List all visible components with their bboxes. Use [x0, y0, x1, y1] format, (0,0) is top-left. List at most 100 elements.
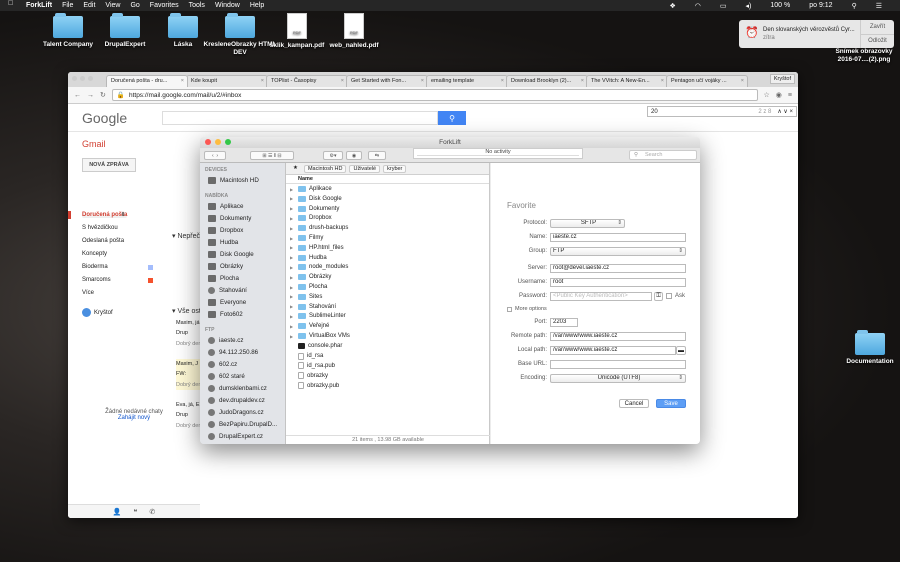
- close-tab-icon[interactable]: ×: [501, 78, 504, 84]
- reload-icon[interactable]: ↻: [100, 91, 106, 99]
- tab-kde-koupit[interactable]: Kde koupit ×: [186, 75, 268, 87]
- file-row[interactable]: ▶ drush-backups: [290, 225, 348, 232]
- view-mode-control[interactable]: ⊞ ☰ ⫴ ⊟: [250, 151, 294, 160]
- file-row[interactable]: ▶ Dokumenty: [290, 205, 339, 212]
- profile-button[interactable]: Kryštof: [769, 74, 795, 84]
- nav-smarcoms[interactable]: Smarcoms: [82, 277, 111, 283]
- disclosure-triangle-icon[interactable]: ▶: [290, 294, 295, 299]
- file-row[interactable]: ▶ Stahování: [290, 303, 336, 310]
- breadcrumb-item[interactable]: Macintosh HD: [303, 164, 347, 173]
- close-window-icon[interactable]: [72, 76, 77, 81]
- more-options-toggle[interactable]: More options: [507, 306, 547, 312]
- sidebar-item-bezpapiru[interactable]: BezPapiru.DrupalD...: [208, 421, 277, 428]
- disclosure-triangle-icon[interactable]: ▶: [290, 236, 295, 241]
- close-tab-icon[interactable]: ×: [741, 78, 744, 84]
- extension-icon[interactable]: ◉: [776, 91, 782, 99]
- file-row[interactable]: ▶ node_modules: [290, 264, 348, 271]
- action-menu-button[interactable]: ⚙▾: [323, 151, 343, 160]
- username-field[interactable]: root: [550, 278, 686, 287]
- sidebar-item-judodragons[interactable]: JudoDragons.cz: [208, 409, 264, 416]
- password-field[interactable]: <Public Key Authentication>: [550, 292, 652, 301]
- clock[interactable]: po 9:12: [809, 2, 832, 9]
- disclosure-triangle-icon[interactable]: ▶: [290, 216, 295, 221]
- sidebar-item-dokumenty[interactable]: Dokumenty: [208, 215, 251, 222]
- desktop-file-screenshot[interactable]: Snímek obrazovky 2016-07....(2).png: [829, 48, 899, 64]
- close-tab-icon[interactable]: ×: [661, 78, 664, 84]
- desktop-folder-documentation[interactable]: Documentation: [831, 330, 900, 366]
- notification-text[interactable]: ⏰ Den slovanských věrozvěstů Cyr... zítr…: [739, 20, 860, 48]
- menu-tools[interactable]: Tools: [189, 2, 205, 9]
- disclosure-triangle-icon[interactable]: ▶: [290, 206, 295, 211]
- ask-checkbox[interactable]: [666, 293, 672, 299]
- group-select[interactable]: FTP: [550, 247, 686, 256]
- sidebar-item-dev-drupaldev[interactable]: dev.drupaldev.cz: [208, 397, 265, 404]
- file-row[interactable]: ▶ Filmy: [290, 235, 323, 241]
- notification-close-button[interactable]: Zavřít: [861, 20, 894, 34]
- close-tab-icon[interactable]: ×: [421, 78, 424, 84]
- phone-icon[interactable]: ✆: [149, 508, 155, 516]
- file-row[interactable]: ▶ Hudba: [290, 254, 327, 261]
- spotlight-icon[interactable]: ⚲: [852, 2, 857, 10]
- file-row[interactable]: obrazky.pub: [290, 382, 339, 389]
- cancel-button[interactable]: Cancel: [619, 399, 649, 408]
- local-path-field[interactable]: /var/www/www.iaeste.cz: [550, 346, 676, 355]
- menu-go[interactable]: Go: [130, 2, 139, 9]
- file-row[interactable]: ▶ Obrázky: [290, 274, 331, 281]
- sidebar-item-dumsklenbami[interactable]: dumsklenbami.cz: [208, 385, 267, 392]
- file-row[interactable]: ▶ HP.html_files: [290, 244, 344, 251]
- breadcrumb-item[interactable]: kryber: [383, 164, 407, 173]
- close-tab-icon[interactable]: ×: [581, 78, 584, 84]
- forward-icon[interactable]: →: [87, 92, 94, 99]
- start-chat-link[interactable]: Zahájit nový: [104, 415, 164, 421]
- file-row[interactable]: id_rsa: [290, 352, 323, 360]
- port-field[interactable]: 2203: [550, 318, 578, 327]
- tab-pentagon[interactable]: Pentagon učí vojáky ... ×: [666, 75, 748, 87]
- sidebar-item-foto602[interactable]: Foto602: [208, 311, 243, 318]
- file-row[interactable]: id_rsa.pub: [290, 362, 335, 370]
- sidebar-item-602-stare[interactable]: 602 staré: [208, 373, 245, 380]
- file-row[interactable]: console.phar: [290, 342, 342, 349]
- server-field[interactable]: root@devel.iaeste.cz: [550, 264, 686, 273]
- sidebar-item-hudba[interactable]: Hudba: [208, 239, 238, 246]
- protocol-select[interactable]: SFTP: [550, 219, 625, 228]
- nav-starred[interactable]: S hvězdičkou: [82, 225, 118, 231]
- tab-emailing-template[interactable]: emailing template ×: [426, 75, 508, 87]
- disclosure-triangle-icon[interactable]: ▶: [290, 334, 295, 339]
- menu-file[interactable]: File: [62, 2, 73, 9]
- tab-get-started[interactable]: Get Started with Fon... ×: [346, 75, 428, 87]
- sidebar-item-obrazky[interactable]: Obrázky: [208, 263, 243, 270]
- remote-path-field[interactable]: /var/www/www.iaeste.cz: [550, 332, 686, 341]
- close-tab-icon[interactable]: ×: [341, 78, 344, 84]
- menu-help[interactable]: Help: [250, 2, 264, 9]
- gmail-search-button[interactable]: ⚲: [438, 111, 466, 125]
- favorite-star-icon[interactable]: ★: [290, 165, 301, 173]
- close-tab-icon[interactable]: ×: [261, 78, 264, 84]
- menu-edit[interactable]: Edit: [83, 2, 95, 9]
- file-row[interactable]: ▶ Veřejné: [290, 323, 329, 330]
- volume-icon[interactable]: ◂): [746, 2, 752, 10]
- disclosure-triangle-icon[interactable]: ▶: [290, 226, 295, 231]
- sidebar-item-aplikace[interactable]: Aplikace: [208, 203, 243, 210]
- sidebar-item-drupalexpert[interactable]: DrupalExpert.cz: [208, 433, 263, 440]
- dropbox-icon[interactable]: ❖: [669, 2, 675, 10]
- nav-drafts[interactable]: Koncepty: [82, 251, 107, 257]
- disclosure-triangle-icon[interactable]: ▶: [290, 304, 295, 309]
- disclosure-triangle-icon[interactable]: ▶: [290, 275, 295, 280]
- file-row[interactable]: ▶ Aplikace: [290, 186, 332, 192]
- battery-percent[interactable]: 100 %: [770, 2, 790, 9]
- sidebar-item-602[interactable]: 602.cz: [208, 361, 237, 368]
- sidebar-item-plocha[interactable]: Plocha: [208, 275, 239, 282]
- address-bar[interactable]: 🔒 https://mail.google.com/mail/u/2/#inbo…: [111, 89, 758, 101]
- sidebar-item-stahovani[interactable]: Stahování: [208, 287, 247, 294]
- choose-folder-button[interactable]: ▬: [676, 346, 686, 355]
- back-forward-button[interactable]: ‹ ›: [204, 151, 226, 160]
- file-row[interactable]: ▶ Disk Google: [290, 195, 342, 202]
- find-close-icon[interactable]: ×: [789, 109, 793, 115]
- compose-button[interactable]: NOVÁ ZPRÁVA: [82, 158, 136, 172]
- tab-toplist[interactable]: TOPlist - Časopisy ×: [266, 75, 348, 87]
- notification-snooze-button[interactable]: Odložit: [861, 33, 894, 49]
- desktop-file-web-nahled[interactable]: web_nahled.pdf: [315, 13, 393, 50]
- tab-gmail[interactable]: Doručená pošta - dru... ×: [106, 75, 188, 87]
- file-row[interactable]: ▶ SublimeLinter: [290, 313, 346, 320]
- hangouts-user[interactable]: Kryštof: [82, 308, 113, 317]
